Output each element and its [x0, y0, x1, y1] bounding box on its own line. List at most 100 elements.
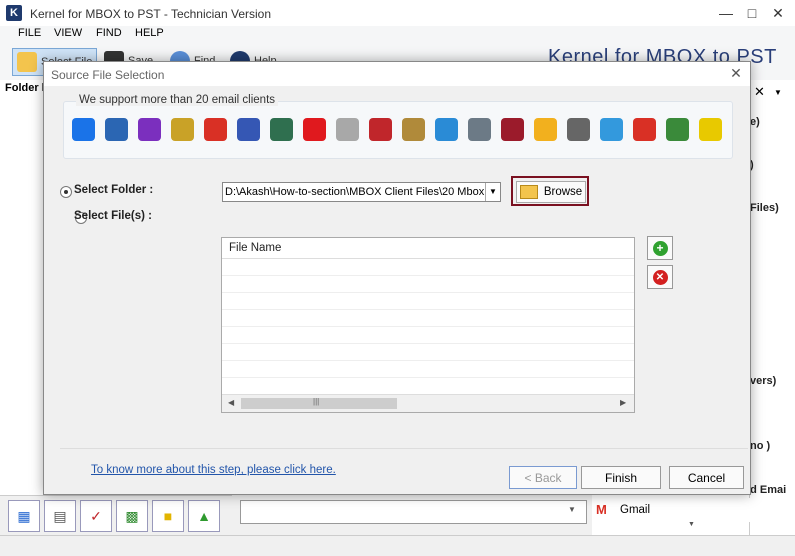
- menu-bar: FILE VIEW FIND HELP: [0, 26, 795, 42]
- browse-label: Browse: [543, 186, 583, 198]
- dialog-title-bar: Source File Selection ✕: [44, 62, 750, 86]
- add-file-button[interactable]: +: [647, 236, 673, 260]
- contacts-button[interactable]: ▤: [44, 500, 76, 532]
- pegasus-icon: [237, 118, 260, 141]
- pin-icon[interactable]: ▼: [774, 88, 782, 97]
- supported-clients-box: We support more than 20 email clients: [63, 94, 733, 159]
- right-fragment: vers): [750, 375, 777, 387]
- spicebird-icon: [402, 118, 425, 141]
- entourage-icon: [468, 118, 491, 141]
- powermail-icon: [369, 118, 392, 141]
- folder-panel: [0, 80, 45, 495]
- remove-icon: ✕: [652, 269, 668, 285]
- source-file-dialog: Source File Selection ✕ We support more …: [43, 61, 751, 495]
- contact-card-icon: ▤: [53, 507, 67, 524]
- up-arrow-icon: ▲: [197, 508, 211, 524]
- menu-file[interactable]: FILE: [18, 27, 41, 39]
- gmail-icon: M: [596, 502, 607, 517]
- plus-icon: +: [652, 240, 668, 256]
- journal-icon: ▩: [125, 507, 139, 524]
- up-button[interactable]: ▲: [188, 500, 220, 532]
- notes-icon: ■: [163, 508, 173, 524]
- back-button[interactable]: < Back: [509, 466, 577, 489]
- folder-path-value: D:\Akash\How-to-section\MBOX Client File…: [225, 186, 485, 198]
- seamonkey-icon: [270, 118, 293, 141]
- list-item: [222, 361, 634, 378]
- list-item: [222, 293, 634, 310]
- netscape-icon: [171, 118, 194, 141]
- chevron-down-icon[interactable]: ▼: [688, 521, 695, 528]
- gmail-list-item[interactable]: M Gmail ▼: [592, 498, 795, 528]
- horizontal-scrollbar[interactable]: ◀ ||| ▶: [222, 394, 634, 412]
- dialog-close-icon[interactable]: ✕: [726, 65, 746, 83]
- cyrus-icon: [501, 118, 524, 141]
- preview-box: ▼: [240, 500, 587, 524]
- apple-mail-icon: [435, 118, 458, 141]
- folder-path-dropdown[interactable]: D:\Akash\How-to-section\MBOX Client File…: [222, 182, 501, 202]
- notes-button[interactable]: ■: [152, 500, 184, 532]
- journal-button[interactable]: ▩: [116, 500, 148, 532]
- list-item: [222, 344, 634, 361]
- right-panel: ✕ ▼ e) ) Files) vers) no ) ed Emai: [744, 80, 795, 555]
- file-name-column-header[interactable]: File Name: [229, 242, 281, 254]
- mailcopa-icon: [336, 118, 359, 141]
- thunderbird-icon: [105, 118, 128, 141]
- right-fragment: e): [750, 116, 760, 128]
- minimize-icon[interactable]: —: [713, 4, 739, 22]
- sylpheed-icon: [600, 118, 623, 141]
- remove-file-button[interactable]: ✕: [647, 265, 673, 289]
- menu-help[interactable]: HELP: [135, 27, 164, 39]
- menu-view[interactable]: VIEW: [54, 27, 82, 39]
- right-panel-close-icon[interactable]: ✕: [754, 84, 765, 100]
- divider: [60, 448, 748, 449]
- thebat-icon: [699, 118, 722, 141]
- cancel-button[interactable]: Cancel: [669, 466, 744, 489]
- tasks-icon: ✓: [90, 507, 102, 524]
- gmail-label: Gmail: [620, 504, 651, 516]
- menu-find[interactable]: FIND: [96, 27, 122, 39]
- select-files-label: Select File(s) :: [74, 210, 152, 222]
- opera-icon: [303, 118, 326, 141]
- grip-icon: |||: [313, 397, 320, 406]
- browse-highlight: Browse: [511, 176, 589, 206]
- eudora-icon: [138, 118, 161, 141]
- list-item: [222, 310, 634, 327]
- mutt-icon: [666, 118, 689, 141]
- client-icon-row: [72, 118, 722, 141]
- more-info-link[interactable]: To know more about this step, please cli…: [91, 464, 336, 476]
- list-item: [222, 259, 634, 276]
- list-item: [222, 276, 634, 293]
- right-fragment: Files): [750, 202, 779, 214]
- folder-panel-header: Folder l: [5, 82, 45, 94]
- close-icon[interactable]: ✕: [765, 4, 791, 22]
- claws-mail-icon: [567, 118, 590, 141]
- scrollbar-thumb[interactable]: |||: [241, 397, 397, 409]
- select-folder-radio[interactable]: [60, 186, 72, 198]
- supported-clients-label: We support more than 20 email clients: [76, 94, 279, 106]
- finish-button[interactable]: Finish: [581, 466, 661, 489]
- select-folder-label: Select Folder :: [74, 184, 154, 196]
- list-item: [222, 327, 634, 344]
- file-list[interactable]: File Name ◀ ||| ▶: [221, 237, 635, 413]
- mail-icon: [72, 118, 95, 141]
- scroll-left-icon[interactable]: ◀: [228, 398, 234, 407]
- calendar-icon: ▦: [17, 507, 31, 524]
- list-item: [222, 378, 634, 395]
- chevron-down-icon[interactable]: ▼: [485, 183, 500, 201]
- gnumail-icon: [534, 118, 557, 141]
- calendar-button[interactable]: ▦: [8, 500, 40, 532]
- title-bar: K Kernel for MBOX to PST - Technician Ve…: [0, 0, 795, 27]
- file-list-header: File Name: [222, 238, 634, 259]
- right-fragment: no ): [750, 440, 771, 452]
- folder-open-icon: [17, 52, 37, 72]
- window-title: Kernel for MBOX to PST - Technician Vers…: [30, 7, 272, 21]
- dialog-title: Source File Selection: [51, 68, 165, 82]
- browse-button[interactable]: Browse: [516, 181, 586, 203]
- folder-open-icon: [519, 185, 538, 199]
- maximize-icon[interactable]: □: [739, 4, 765, 22]
- scroll-right-icon[interactable]: ▶: [620, 398, 626, 407]
- status-bar: [0, 535, 795, 556]
- scroll-down-icon[interactable]: ▼: [568, 505, 576, 514]
- tasks-button[interactable]: ✓: [80, 500, 112, 532]
- app-icon: K: [6, 5, 22, 21]
